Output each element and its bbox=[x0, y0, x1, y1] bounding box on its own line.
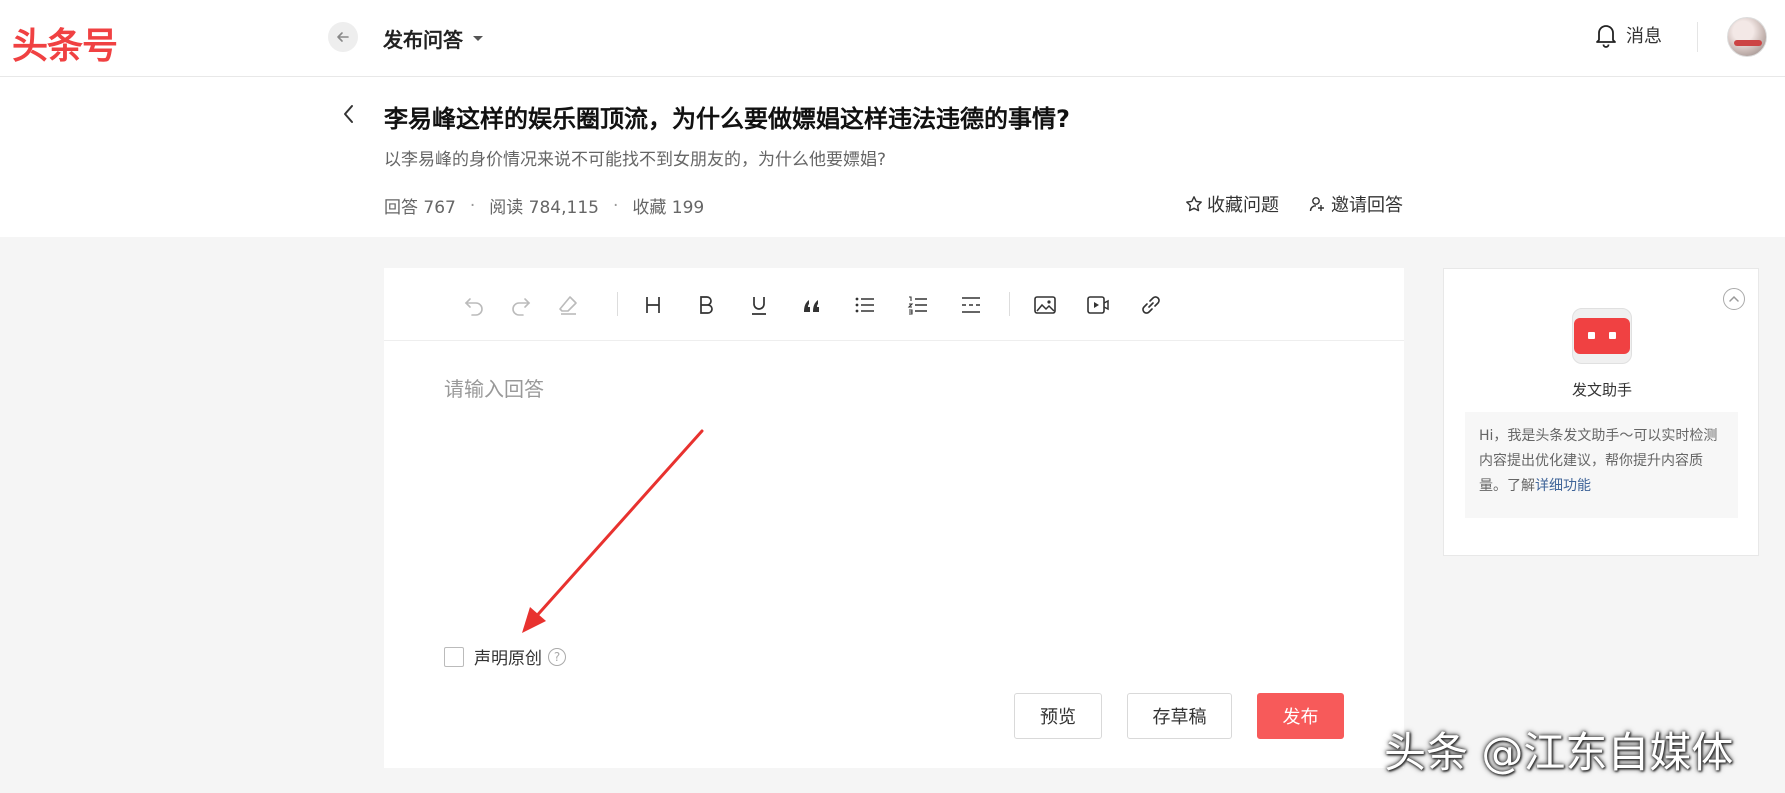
toutiao-logo[interactable]: 头条号 bbox=[12, 17, 118, 69]
question-description: 以李易峰的身价情况来说不可能找不到女朋友的，为什么他要嫖娼? bbox=[384, 150, 887, 170]
arrow-left-icon bbox=[337, 32, 349, 42]
video-icon[interactable] bbox=[1084, 291, 1112, 319]
undo-icon[interactable] bbox=[460, 291, 488, 319]
collapse-button[interactable] bbox=[1723, 288, 1745, 310]
question-title: 李易峰这样的娱乐圈顶流，为什么要做嫖娼这样违法违德的事情? bbox=[384, 105, 1070, 133]
answer-count: 回答 767 bbox=[384, 198, 456, 218]
editor-toolbar bbox=[384, 268, 1404, 341]
invite-answer-button[interactable]: 邀请回答 bbox=[1309, 191, 1403, 217]
stat-separator: · bbox=[469, 195, 476, 216]
bold-icon[interactable] bbox=[692, 291, 720, 319]
chevron-up-icon bbox=[1729, 295, 1739, 302]
star-icon bbox=[1186, 196, 1202, 212]
writing-assistant-panel: 发文助手 Hi，我是头条发文助手～可以实时检测内容提出优化建议，帮你提升内容质量… bbox=[1443, 268, 1759, 556]
favorite-count: 收藏 199 bbox=[632, 198, 705, 218]
favorite-question-button[interactable]: 收藏问题 bbox=[1185, 191, 1279, 217]
heading-icon[interactable] bbox=[639, 291, 667, 319]
read-count: 阅读 784,115 bbox=[489, 198, 599, 218]
preview-button[interactable]: 预览 bbox=[1014, 693, 1102, 739]
link-icon[interactable] bbox=[1137, 291, 1165, 319]
messages-button[interactable]: 消息 bbox=[1594, 22, 1662, 48]
toolbar-separator bbox=[1009, 292, 1010, 316]
favorite-question-label: 收藏问题 bbox=[1207, 195, 1279, 216]
question-back-button[interactable] bbox=[340, 103, 358, 129]
publish-button[interactable]: 发布 bbox=[1257, 693, 1344, 739]
question-mark-icon[interactable]: ? bbox=[548, 647, 566, 666]
watermark: 头条 @江东自媒体 bbox=[1384, 728, 1734, 777]
declare-original-label: 声明原创 bbox=[474, 649, 542, 669]
caret-down-icon bbox=[473, 36, 483, 41]
divider-icon[interactable] bbox=[957, 291, 985, 319]
answer-input[interactable] bbox=[444, 373, 1344, 603]
top-bar: 头条号 发布问答 消息 bbox=[0, 0, 1785, 77]
declare-original-checkbox[interactable] bbox=[444, 646, 464, 667]
assistant-name: 发文助手 bbox=[1571, 381, 1632, 399]
page-mode-label: 发布问答 bbox=[383, 28, 463, 52]
chevron-left-icon bbox=[344, 105, 353, 123]
bell-icon bbox=[1596, 25, 1616, 48]
redo-icon[interactable] bbox=[507, 291, 535, 319]
bullet-list-icon[interactable] bbox=[851, 291, 879, 319]
stat-separator: · bbox=[612, 195, 619, 216]
toolbar-separator bbox=[617, 292, 618, 316]
question-stats: 回答 767 · 阅读 784,115 · 收藏 199 bbox=[384, 193, 705, 219]
save-draft-button[interactable]: 存草稿 bbox=[1127, 693, 1232, 739]
answer-editor: 声明原创 ? 预览 存草稿 发布 bbox=[384, 268, 1404, 768]
header-divider bbox=[1697, 22, 1698, 52]
user-add-icon bbox=[1309, 197, 1324, 212]
eraser-icon[interactable] bbox=[554, 291, 582, 319]
question-actions: 收藏问题 邀请回答 bbox=[1185, 191, 1403, 217]
user-avatar[interactable] bbox=[1727, 17, 1767, 57]
invite-answer-label: 邀请回答 bbox=[1331, 195, 1403, 216]
image-icon[interactable] bbox=[1031, 291, 1059, 319]
messages-label: 消息 bbox=[1626, 26, 1662, 47]
quote-icon[interactable] bbox=[798, 291, 826, 319]
page-mode-dropdown[interactable]: 发布问答 bbox=[383, 24, 483, 53]
details-link[interactable]: 详细功能 bbox=[1535, 478, 1591, 494]
assistant-tip: Hi，我是头条发文助手～可以实时检测内容提出优化建议，帮你提升内容质量。了解详细… bbox=[1465, 412, 1738, 518]
back-button[interactable] bbox=[328, 22, 358, 52]
ordered-list-icon[interactable] bbox=[904, 291, 932, 319]
robot-icon bbox=[1572, 308, 1632, 364]
underline-icon[interactable] bbox=[745, 291, 773, 319]
question-header: 李易峰这样的娱乐圈顶流，为什么要做嫖娼这样违法违德的事情? 以李易峰的身价情况来… bbox=[0, 77, 1785, 237]
assistant-tip-text: Hi，我是头条发文助手～可以实时检测内容提出优化建议，帮你提升内容质量。了解 bbox=[1479, 428, 1718, 494]
declare-original: 声明原创 ? bbox=[444, 644, 566, 669]
